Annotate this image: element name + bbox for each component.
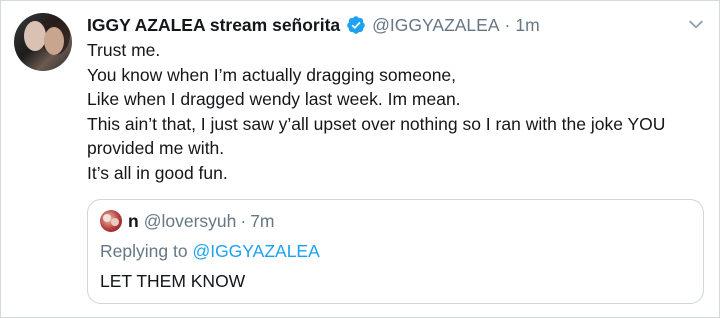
- replying-to-label: Replying to: [100, 241, 188, 261]
- tweet-line: Like when I dragged wendy last week. Im …: [87, 89, 461, 109]
- tweet-line: It’s all in good fun.: [87, 162, 228, 183]
- tweet-timestamp[interactable]: 1m: [515, 15, 539, 36]
- quoted-author-name[interactable]: n: [128, 211, 139, 232]
- separator-dot: ·: [504, 14, 511, 35]
- author-avatar[interactable]: [14, 13, 72, 71]
- tweet-line: You know when I’m actually dragging some…: [87, 64, 457, 85]
- verified-badge-icon: [346, 15, 366, 35]
- tweet-header: IGGY AZALEA stream señorita @IGGYAZALEA …: [87, 13, 540, 37]
- quoted-tweet-header: n @loversyuh · 7m: [100, 210, 275, 232]
- tweet-line: This ain’t that, I just saw y’all upset …: [87, 113, 671, 159]
- separator-dot: ·: [240, 210, 247, 231]
- author-name[interactable]: IGGY AZALEA stream señorita: [87, 15, 340, 36]
- tweet-text: Trust me. You know when I’m actually dra…: [87, 38, 697, 185]
- quoted-author-handle[interactable]: @loversyuh: [144, 211, 237, 232]
- replying-to-mention[interactable]: @IGGYAZALEA: [192, 241, 319, 261]
- chevron-down-icon[interactable]: [686, 14, 706, 34]
- tweet-line: Trust me.: [87, 40, 161, 60]
- quoted-tweet-timestamp[interactable]: 7m: [250, 211, 274, 232]
- quoted-tweet[interactable]: n @loversyuh · 7m Replying to @IGGYAZALE…: [87, 199, 704, 304]
- quoted-author-avatar[interactable]: [100, 210, 122, 232]
- quoted-tweet-text: LET THEM KNOW: [100, 271, 246, 291]
- author-handle[interactable]: @IGGYAZALEA: [372, 15, 499, 36]
- avatar-face-right: [44, 27, 64, 55]
- quoted-avatar-shape: [103, 214, 111, 222]
- quoted-avatar-shape: [111, 218, 119, 226]
- avatar-face-left: [24, 21, 46, 51]
- replying-to-line: Replying to @IGGYAZALEA: [100, 241, 320, 262]
